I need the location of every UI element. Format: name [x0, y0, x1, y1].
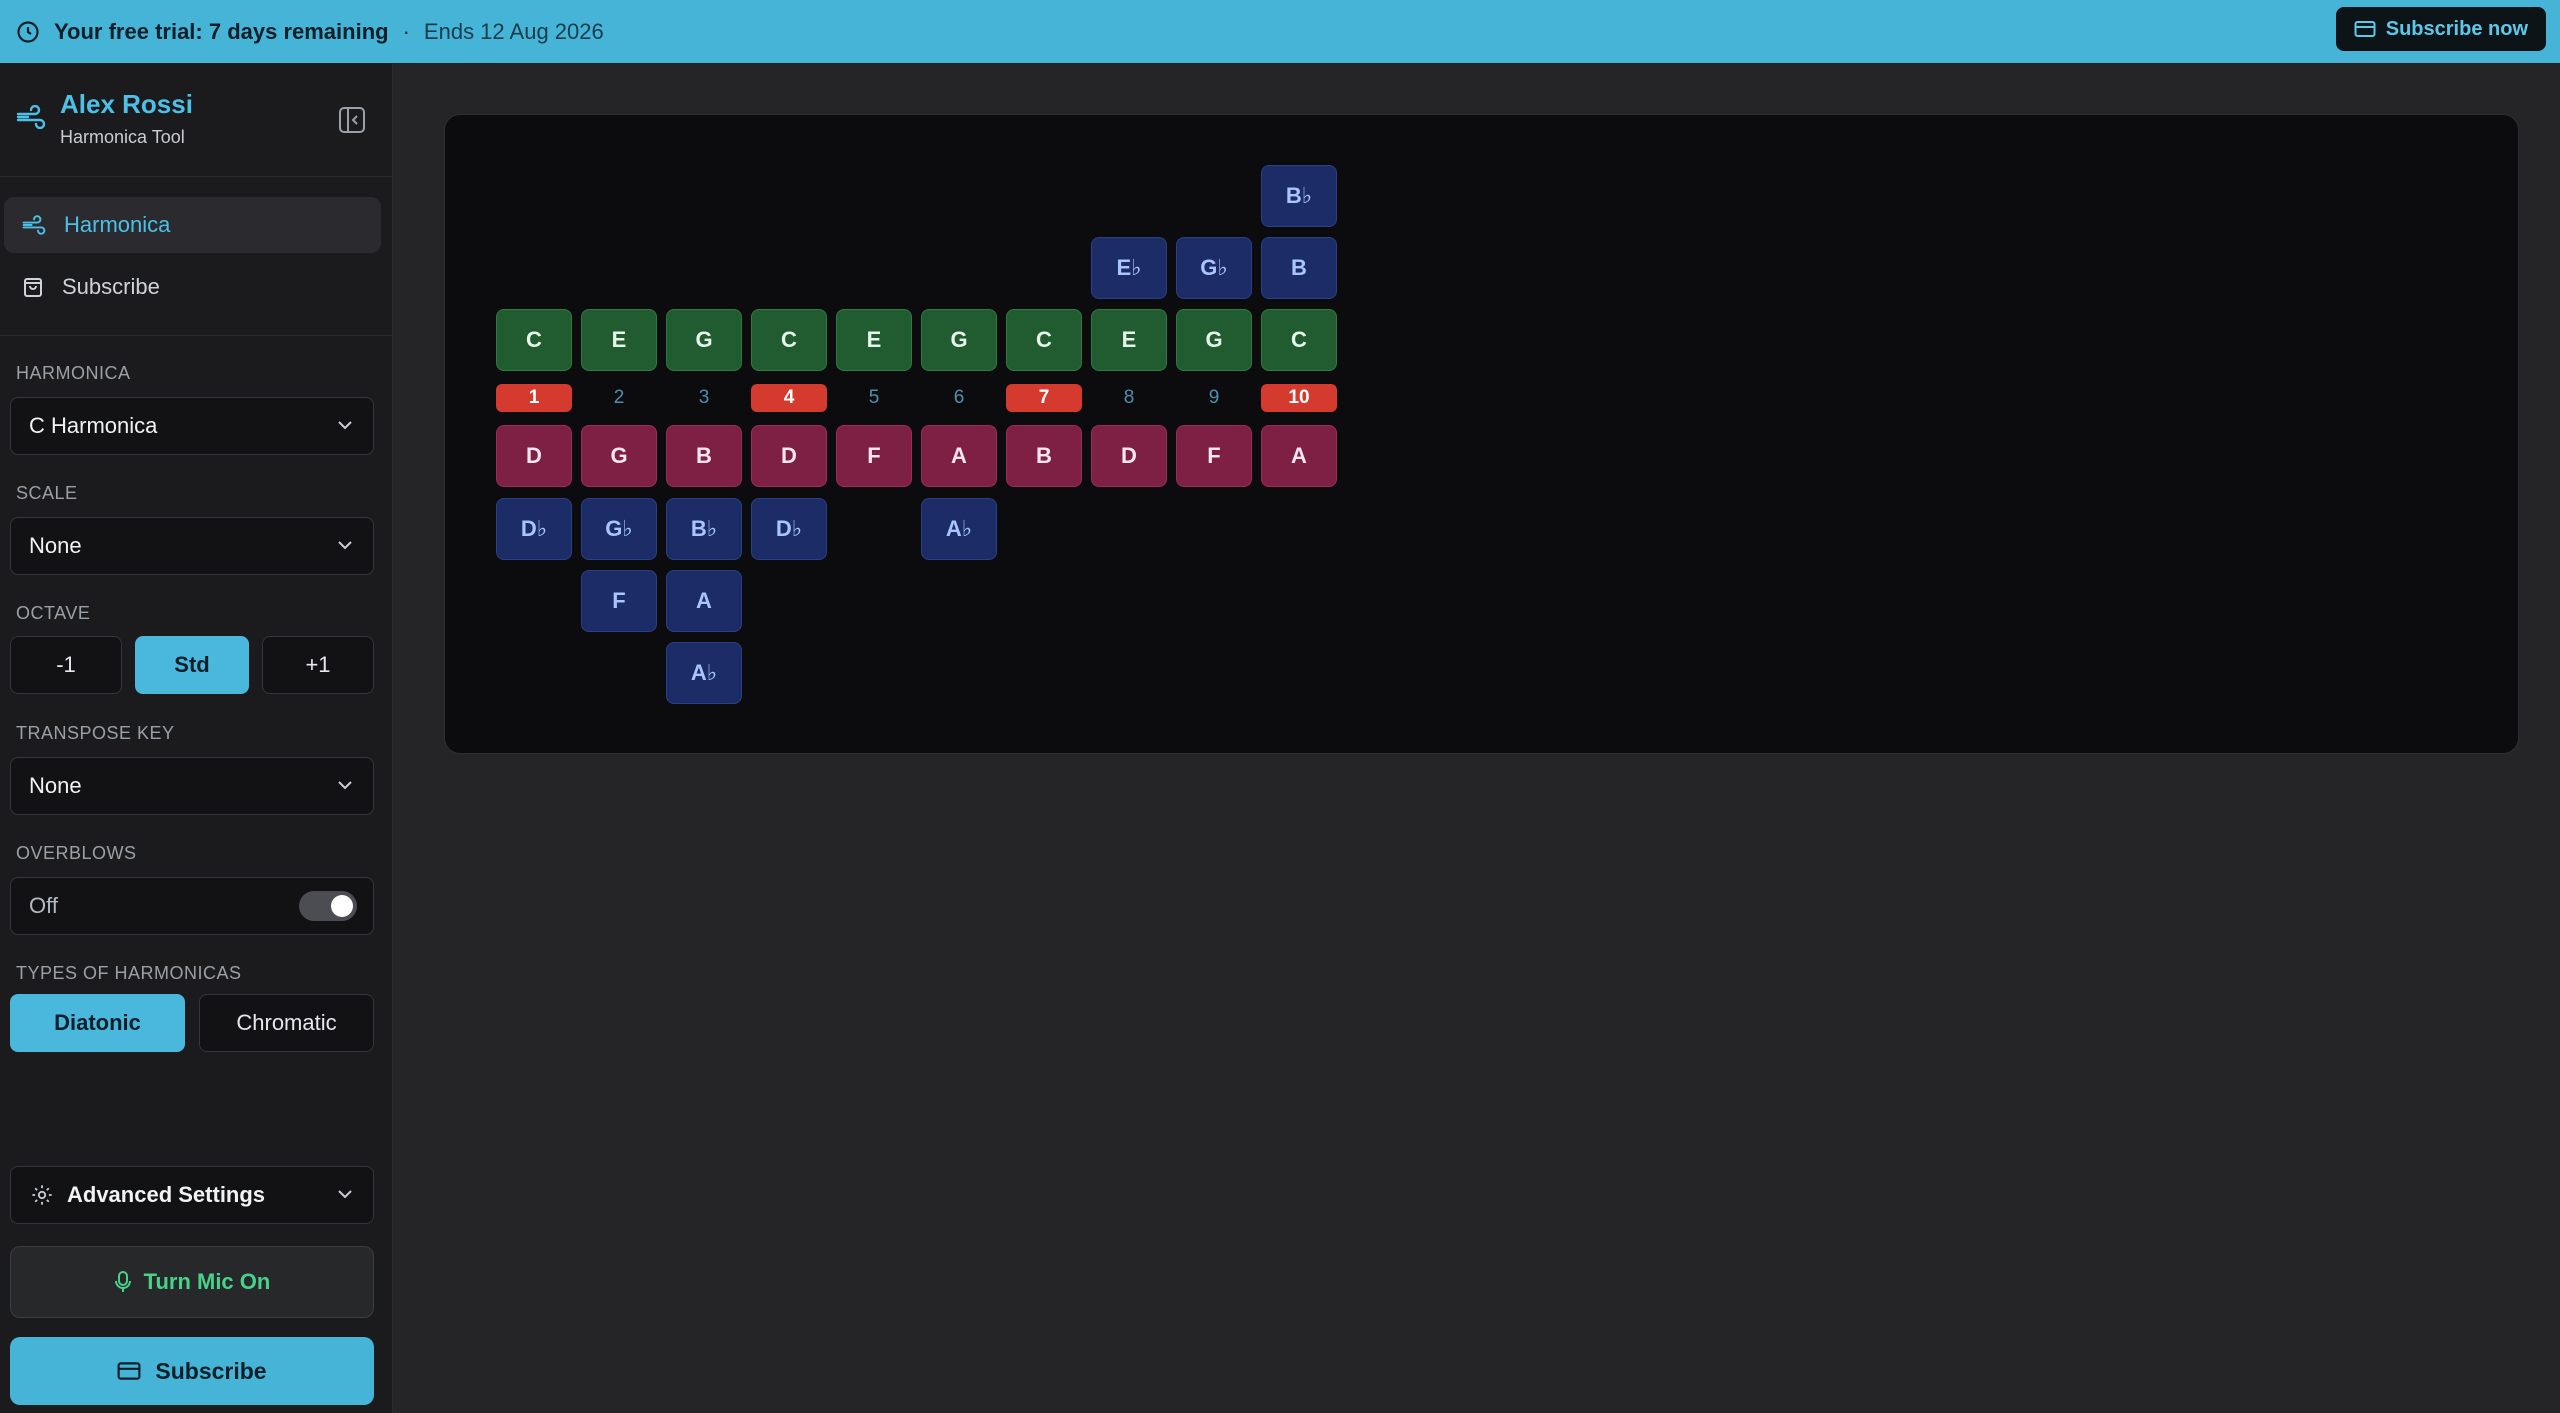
draw-bend-note-gb[interactable]: G♭ — [581, 498, 657, 560]
transpose-label: TRANSPOSE KEY — [16, 723, 175, 743]
hole-number-5: 5 — [868, 387, 880, 408]
overblows-row: Off — [10, 877, 374, 935]
subscribe-button[interactable]: Subscribe — [10, 1337, 374, 1405]
blow-note-e[interactable]: E — [836, 309, 912, 371]
blow-bend-note-b[interactable]: B — [1261, 237, 1337, 299]
blow-note-c[interactable]: C — [751, 309, 827, 371]
transpose-key-select[interactable]: None — [10, 757, 374, 815]
chevron-down-icon — [338, 541, 352, 550]
sidebar-divider — [0, 335, 393, 336]
toggle-knob — [331, 895, 353, 917]
blow-bend-note-gb[interactable]: G♭ — [1176, 237, 1252, 299]
hole-number-6: 6 — [953, 387, 965, 408]
draw-note-b[interactable]: B — [1006, 425, 1082, 487]
advanced-settings-dropdown[interactable]: Advanced Settings — [10, 1166, 374, 1224]
draw-note-f[interactable]: F — [836, 425, 912, 487]
hole-number-7: 7 — [1006, 384, 1082, 412]
draw-bend-note-bb[interactable]: B♭ — [666, 498, 742, 560]
hole-number-2: 2 — [613, 387, 625, 408]
octave-standard-button[interactable]: Std — [135, 636, 249, 694]
advanced-settings-label: Advanced Settings — [67, 1182, 266, 1207]
blow-note-e[interactable]: E — [581, 309, 657, 371]
mic-button-label: Turn Mic On — [143, 1269, 271, 1294]
hole-number-8: 8 — [1123, 387, 1135, 408]
hole-number-9: 9 — [1208, 387, 1220, 408]
collapse-sidebar-icon[interactable] — [338, 106, 366, 134]
trial-end-date: Ends 12 Aug 2026 — [423, 18, 604, 44]
credit-card-icon — [117, 1362, 141, 1380]
subscribe-now-button[interactable]: Subscribe now — [2335, 7, 2546, 51]
hole-number-1: 1 — [496, 384, 572, 412]
octave-label: OCTAVE — [16, 603, 91, 623]
blow-note-c[interactable]: C — [1261, 309, 1337, 371]
app-tagline: Harmonica Tool — [60, 127, 185, 147]
draw-note-d[interactable]: D — [751, 425, 827, 487]
nav-item-subscribe[interactable]: Subscribe — [4, 259, 381, 315]
harmonica-select-value: C Harmonica — [29, 413, 158, 438]
draw-note-b[interactable]: B — [666, 425, 742, 487]
draw-bend-note-db[interactable]: D♭ — [751, 498, 827, 560]
clock-icon — [17, 20, 39, 43]
octave-down-button[interactable]: -1 — [10, 636, 122, 694]
transpose-select-value: None — [29, 773, 82, 798]
blow-bend-note-eb[interactable]: E♭ — [1091, 237, 1167, 299]
user-name: Alex Rossi — [60, 89, 193, 119]
draw-note-g[interactable]: G — [581, 425, 657, 487]
draw-bend-note-a[interactable]: A — [666, 570, 742, 632]
harmonica-select[interactable]: C Harmonica — [10, 397, 374, 455]
trial-banner: Your free trial: 7 days remaining · Ends… — [0, 0, 2560, 63]
harmonica-label: HARMONICA — [16, 363, 131, 383]
credit-card-icon — [2354, 21, 2376, 37]
blow-bend-note-bb[interactable]: B♭ — [1261, 165, 1337, 227]
draw-note-f[interactable]: F — [1176, 425, 1252, 487]
shopping-bag-icon — [24, 278, 42, 297]
draw-bend-note-ab[interactable]: A♭ — [666, 642, 742, 704]
chevron-down-icon — [338, 1190, 352, 1199]
hole-number-4: 4 — [751, 384, 827, 412]
sidebar: Alex Rossi Harmonica Tool Harmonica Subs… — [0, 63, 393, 1413]
scale-label: SCALE — [16, 483, 78, 503]
microphone-icon — [114, 1271, 131, 1292]
diatonic-button[interactable]: Diatonic — [10, 994, 185, 1052]
blow-note-c[interactable]: C — [1006, 309, 1082, 371]
draw-note-d[interactable]: D — [1091, 425, 1167, 487]
sidebar-header: Alex Rossi Harmonica Tool — [0, 63, 393, 177]
blow-note-c[interactable]: C — [496, 309, 572, 371]
draw-bend-note-f[interactable]: F — [581, 570, 657, 632]
overblows-label: OVERBLOWS — [16, 843, 137, 863]
scale-select[interactable]: None — [10, 517, 374, 575]
nav-item-harmonica[interactable]: Harmonica — [4, 197, 381, 253]
draw-bend-note-db[interactable]: D♭ — [496, 498, 572, 560]
gear-icon — [32, 1185, 52, 1205]
overblows-value: Off — [29, 893, 58, 918]
nav-item-label: Harmonica — [64, 212, 171, 237]
blow-note-g[interactable]: G — [666, 309, 742, 371]
scale-select-value: None — [29, 533, 82, 558]
draw-note-a[interactable]: A — [1261, 425, 1337, 487]
blow-note-g[interactable]: G — [1176, 309, 1252, 371]
hole-number-3: 3 — [698, 387, 710, 408]
draw-note-a[interactable]: A — [921, 425, 997, 487]
wind-icon — [22, 215, 46, 235]
hole-number-10: 10 — [1261, 384, 1337, 412]
overblows-toggle[interactable] — [299, 891, 357, 921]
chevron-down-icon — [338, 421, 352, 430]
wind-icon — [16, 105, 46, 129]
subscribe-now-label: Subscribe now — [2385, 17, 2528, 40]
nav-item-label: Subscribe — [62, 274, 160, 299]
types-label: TYPES OF HARMONICAS — [16, 963, 242, 983]
blow-note-g[interactable]: G — [921, 309, 997, 371]
chevron-down-icon — [338, 781, 352, 790]
chromatic-button[interactable]: Chromatic — [199, 994, 374, 1052]
trial-text: Your free trial: 7 days remaining — [54, 18, 389, 44]
octave-up-button[interactable]: +1 — [262, 636, 374, 694]
draw-note-d[interactable]: D — [496, 425, 572, 487]
harmonica-diagram-panel: B♭ E♭ G♭ B C E G C E G C E G C 1 2 3 4 5 6 7 8 9 10 D G B D F A B D F A D♭… — [444, 114, 2519, 754]
turn-mic-on-button[interactable]: Turn Mic On — [10, 1246, 374, 1318]
draw-bend-note-ab[interactable]: A♭ — [921, 498, 997, 560]
subscribe-button-label: Subscribe — [155, 1357, 267, 1384]
banner-separator: · — [402, 18, 410, 44]
blow-note-e[interactable]: E — [1091, 309, 1167, 371]
